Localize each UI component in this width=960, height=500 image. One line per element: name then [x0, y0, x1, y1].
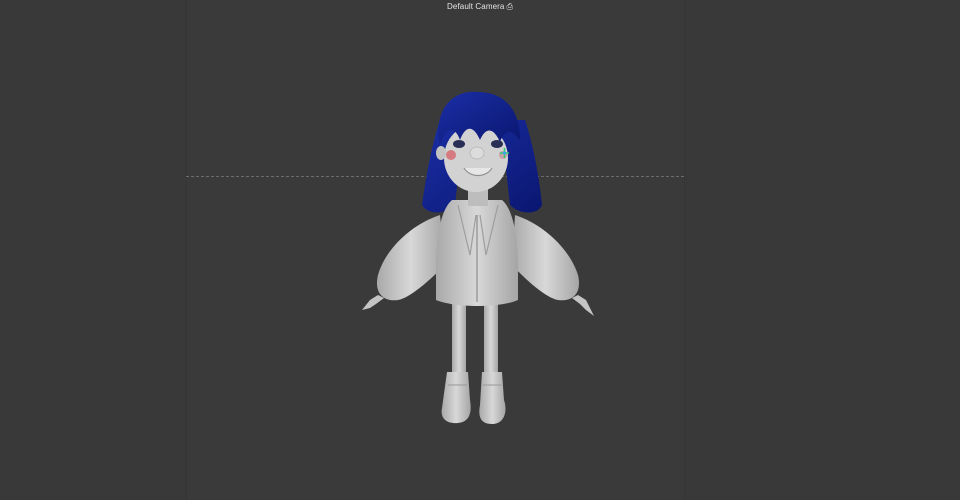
right-sleeve — [512, 215, 580, 301]
left-cheek — [446, 150, 456, 160]
right-hand — [572, 295, 594, 316]
nose — [469, 146, 485, 160]
left-hand — [362, 295, 384, 310]
left-boot — [441, 372, 471, 424]
right-eye — [491, 140, 503, 148]
left-sleeve — [376, 215, 445, 301]
character-model[interactable] — [0, 0, 960, 500]
3d-viewport[interactable]: Default Camera ⎙ — [0, 0, 960, 500]
right-cheek — [499, 151, 507, 159]
left-eye — [453, 140, 465, 148]
right-boot — [479, 372, 506, 424]
